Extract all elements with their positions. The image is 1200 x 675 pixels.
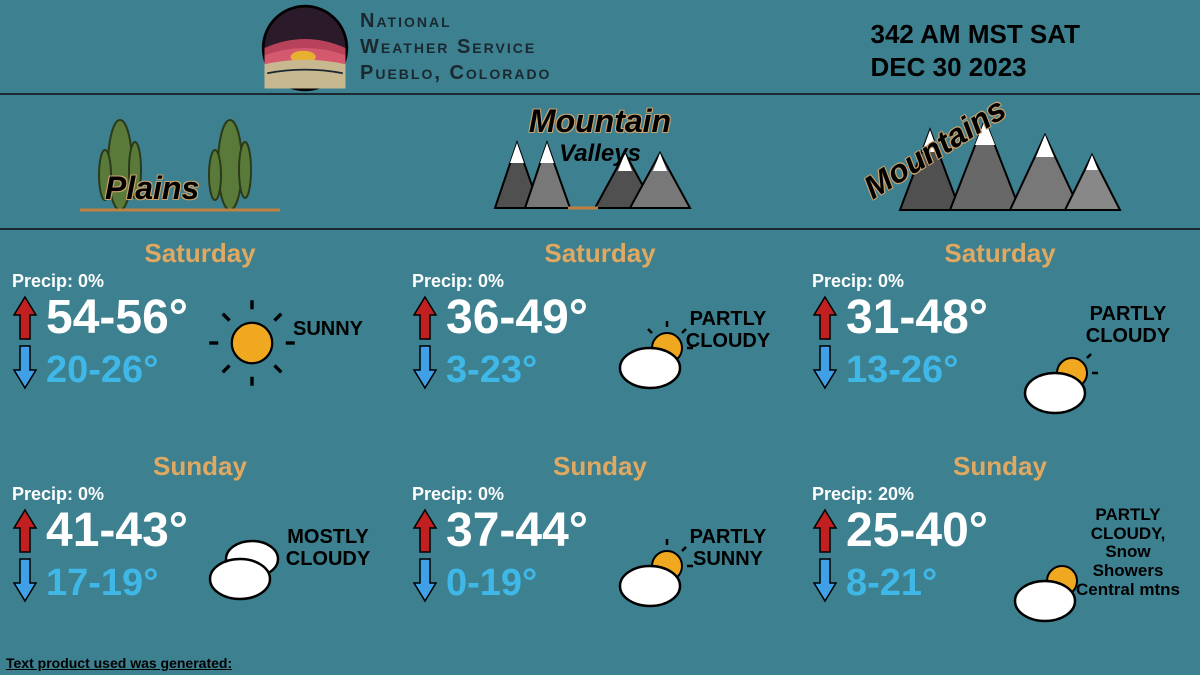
forecast-grid: Saturday Precip: 0% 54-56° 20-26° SUNNY … (0, 230, 1200, 672)
day-label: Sunday (412, 451, 788, 482)
arrow-down-icon (12, 344, 38, 390)
low-temp: 13-26° (846, 351, 958, 389)
high-temp: 37-44° (446, 507, 588, 555)
cactus-icon (70, 105, 300, 225)
precip-label: Precip: 0% (812, 271, 1188, 292)
agency-line3: Pueblo, Colorado (360, 60, 551, 86)
arrow-down-icon (812, 344, 838, 390)
sunny-icon (207, 298, 297, 388)
forecast-card: Saturday Precip: 0% 36-49° 3-23° PARTLY … (412, 238, 788, 443)
arrow-up-icon (12, 295, 38, 341)
high-temp: 31-48° (846, 294, 988, 342)
condition-label: MOSTLY CLOUDY (273, 526, 383, 570)
region-label: Plains (105, 170, 199, 207)
day-label: Sunday (12, 451, 388, 482)
timestamp: 342 AM MST SAT DEC 30 2023 (871, 18, 1080, 83)
arrow-down-icon (412, 557, 438, 603)
forecast-card: Sunday Precip: 0% 41-43° 17-19° MOSTLY C… (12, 451, 388, 656)
condition-label: PARTLY CLOUDY (673, 308, 783, 352)
low-temp: 0-19° (446, 564, 537, 602)
high-temp: 54-56° (46, 294, 188, 342)
high-temp: 41-43° (46, 507, 188, 555)
region-row: Plains Mountain Valleys (0, 95, 1200, 230)
partly-cloudy-icon (1017, 338, 1107, 428)
arrow-up-icon (412, 295, 438, 341)
condition-label: PARTLY CLOUDY (1073, 303, 1183, 347)
forecast-col-plains: Saturday Precip: 0% 54-56° 20-26° SUNNY … (0, 230, 400, 672)
region-sublabel: Valleys (559, 140, 641, 167)
precip-label: Precip: 0% (412, 271, 788, 292)
high-temp: 36-49° (446, 294, 588, 342)
agency-line1: National (360, 8, 551, 34)
region-plains: Plains (0, 95, 400, 228)
footer-note: Text product used was generated: (6, 655, 232, 671)
forecast-col-valleys: Saturday Precip: 0% 36-49° 3-23° PARTLY … (400, 230, 800, 672)
low-temp: 8-21° (846, 564, 937, 602)
agency-line2: Weather Service (360, 34, 551, 60)
day-label: Saturday (12, 238, 388, 269)
precip-label: Precip: 0% (12, 484, 388, 505)
high-temp: 25-40° (846, 507, 988, 555)
precip-label: Precip: 0% (12, 271, 388, 292)
timestamp-line1: 342 AM MST SAT (871, 18, 1080, 51)
day-label: Saturday (412, 238, 788, 269)
header: National Weather Service Pueblo, Colorad… (0, 0, 1200, 95)
low-temp: 20-26° (46, 351, 158, 389)
forecast-card: Sunday Precip: 20% 25-40° 8-21° PARTLY C… (812, 451, 1188, 656)
precip-label: Precip: 0% (412, 484, 788, 505)
forecast-card: Saturday Precip: 0% 31-48° 13-26° PARTLY… (812, 238, 1188, 443)
low-temp: 17-19° (46, 564, 158, 602)
forecast-card: Sunday Precip: 0% 37-44° 0-19° PARTLY SU… (412, 451, 788, 656)
arrow-down-icon (412, 344, 438, 390)
arrow-up-icon (412, 508, 438, 554)
timestamp-line2: DEC 30 2023 (871, 51, 1080, 84)
low-temp: 3-23° (446, 351, 537, 389)
precip-label: Precip: 20% (812, 484, 1188, 505)
agency-name: National Weather Service Pueblo, Colorad… (360, 8, 551, 86)
condition-label: PARTLY CLOUDY, Snow Showers Central mtns (1073, 506, 1183, 599)
day-label: Saturday (812, 238, 1188, 269)
arrow-up-icon (12, 508, 38, 554)
nws-logo (260, 3, 350, 93)
region-label: Mountain (529, 103, 671, 139)
arrow-up-icon (812, 295, 838, 341)
day-label: Sunday (812, 451, 1188, 482)
forecast-card: Saturday Precip: 0% 54-56° 20-26° SUNNY (12, 238, 388, 443)
arrow-up-icon (812, 508, 838, 554)
condition-label: SUNNY (273, 318, 383, 340)
condition-label: PARTLY SUNNY (673, 526, 783, 570)
region-mountains: Mountains (800, 95, 1200, 228)
region-valleys: Mountain Valleys (400, 95, 800, 228)
arrow-down-icon (12, 557, 38, 603)
arrow-down-icon (812, 557, 838, 603)
forecast-col-mountains: Saturday Precip: 0% 31-48° 13-26° PARTLY… (800, 230, 1200, 672)
